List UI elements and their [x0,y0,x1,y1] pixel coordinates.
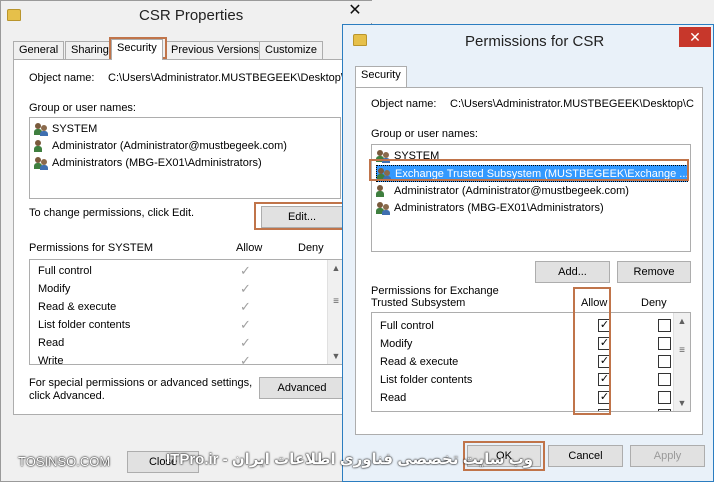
list-item-administrator[interactable]: Administrator (Administrator@mustbegeek.… [34,138,287,155]
list-item-exchange-trusted-subsystem[interactable]: Exchange Trusted Subsystem (MUSTBEGEEK\E… [376,165,688,182]
group-label: Group or user names: [371,128,478,140]
tab-security[interactable]: Security [111,39,163,60]
permission-row: Read & execute [380,356,459,368]
permissions-dialog: Permissions for CSR ✕ Security Object na… [342,24,714,482]
allow-check-icon: ✓ [240,299,251,314]
permissions-header: Permissions for Exchange [371,285,499,297]
special-permissions-text: For special permissions or advanced sett… [29,377,253,389]
allow-header: Allow [236,242,263,254]
allow-header: Allow [581,297,608,309]
security-panel: Object name: C:\Users\Administrator.MUST… [13,59,359,415]
users-icon [34,157,49,170]
dialog-title: Permissions for CSR [465,33,605,50]
remove-button[interactable]: Remove [617,261,691,283]
permission-row: Write [38,355,64,365]
deny-checkbox-list-folder[interactable] [658,373,671,386]
allow-checkbox-read-execute[interactable]: ✓ [598,355,611,368]
permission-row: Full control [38,265,92,277]
users-icon [34,123,49,136]
dialog-security-panel: Object name: C:\Users\Administrator.MUST… [355,87,703,435]
permission-row: Read [380,392,407,404]
users-icon [376,202,391,215]
list-item-administrator[interactable]: Administrator (Administrator@mustbegeek.… [376,183,629,200]
edit-button[interactable]: Edit... [261,206,343,228]
folder-icon [353,34,367,46]
watermark-right: ITPro.ir - وب سایت تخصصی فناوری اطلاعات … [166,451,534,468]
allow-checkbox-full-control[interactable]: ✓ [598,319,611,332]
special-permissions-text-2: click Advanced. [29,390,105,402]
permissions-list: Full control Modify Read & execute List … [29,259,345,365]
allow-check-icon: ✓ [240,281,251,296]
deny-checkbox-full-control[interactable] [658,319,671,332]
close-icon[interactable]: ✕ [338,1,372,23]
close-icon[interactable]: ✕ [679,27,711,47]
allow-check-icon: ✓ [240,263,251,278]
csr-properties-titlebar[interactable]: CSR Properties ✕ [1,1,372,31]
tab-general[interactable]: General [13,41,65,59]
tab-sharing[interactable]: Sharing [65,41,115,59]
tab-customize[interactable]: Customize [259,41,323,59]
permission-row: List folder contents [380,374,473,386]
permissions-header: Permissions for SYSTEM [29,242,154,254]
deny-checkbox-read[interactable] [658,391,671,404]
users-icon [377,168,392,181]
tab-previous-versions[interactable]: Previous Versions [165,41,266,59]
object-name-value: C:\Users\Administrator.MUSTBEGEEK\Deskto… [450,98,694,110]
csr-properties-window: CSR Properties ✕ General Sharing Securit… [0,0,372,482]
scroll-thumb[interactable]: ≡ [677,346,687,363]
user-icon [34,140,49,153]
permissions-list: Full control Modify Read & execute List … [371,312,691,412]
deny-checkbox-next[interactable] [658,409,671,411]
permission-row: Read [38,337,65,349]
permissions-header-2: Trusted Subsystem [371,297,466,309]
add-button[interactable]: Add... [535,261,610,283]
allow-check-icon: ✓ [240,335,251,350]
scroll-up-icon[interactable]: ▲ [674,313,690,329]
apply-button[interactable]: Apply [630,445,705,467]
window-title: CSR Properties [139,7,244,24]
allow-checkbox-next[interactable] [598,409,611,411]
permission-row: Modify [380,338,413,350]
user-icon [376,185,391,198]
permission-row: Full control [380,320,434,332]
user-list[interactable]: SYSTEM Exchange Trusted Subsystem (MUSTB… [371,144,691,252]
group-label: Group or user names: [29,102,136,114]
object-name-label: Object name: [29,72,95,84]
allow-checkbox-list-folder[interactable]: ✓ [598,373,611,386]
change-permissions-text: To change permissions, click Edit. [29,207,195,219]
allow-checkbox-read[interactable]: ✓ [598,391,611,404]
permission-row: List folder contents [38,319,131,331]
deny-header: Deny [298,242,324,254]
users-icon [376,150,391,163]
user-list[interactable]: SYSTEM Administrator (Administrator@must… [29,117,341,199]
permissions-scrollbar[interactable]: ▲ ≡ ▼ [673,313,690,411]
scroll-down-icon[interactable]: ▼ [674,395,690,411]
deny-checkbox-read-execute[interactable] [658,355,671,368]
list-item-administrators[interactable]: Administrators (MBG-EX01\Administrators) [34,155,262,172]
tab-security[interactable]: Security [355,66,407,87]
folder-icon [7,9,21,21]
list-item-system[interactable]: SYSTEM [376,148,439,165]
allow-check-icon: ✓ [240,353,251,365]
deny-header: Deny [641,297,667,309]
watermark-left: TOSINSO.COM [18,454,111,469]
permission-row: Read & execute [38,301,117,313]
allow-check-icon: ✓ [240,317,251,332]
scroll-thumb[interactable]: ≡ [331,297,341,314]
permissions-titlebar[interactable]: Permissions for CSR ✕ [343,25,713,55]
list-item-system[interactable]: SYSTEM [34,121,97,138]
list-item-administrators[interactable]: Administrators (MBG-EX01\Administrators) [376,200,604,217]
deny-checkbox-modify[interactable] [658,337,671,350]
cancel-button[interactable]: Cancel [548,445,623,467]
allow-checkbox-modify[interactable]: ✓ [598,337,611,350]
object-name-value: C:\Users\Administrator.MUSTBEGEEK\Deskto… [108,72,344,84]
object-name-label: Object name: [371,98,437,110]
permission-row: Modify [38,283,71,295]
advanced-button[interactable]: Advanced [259,377,345,399]
